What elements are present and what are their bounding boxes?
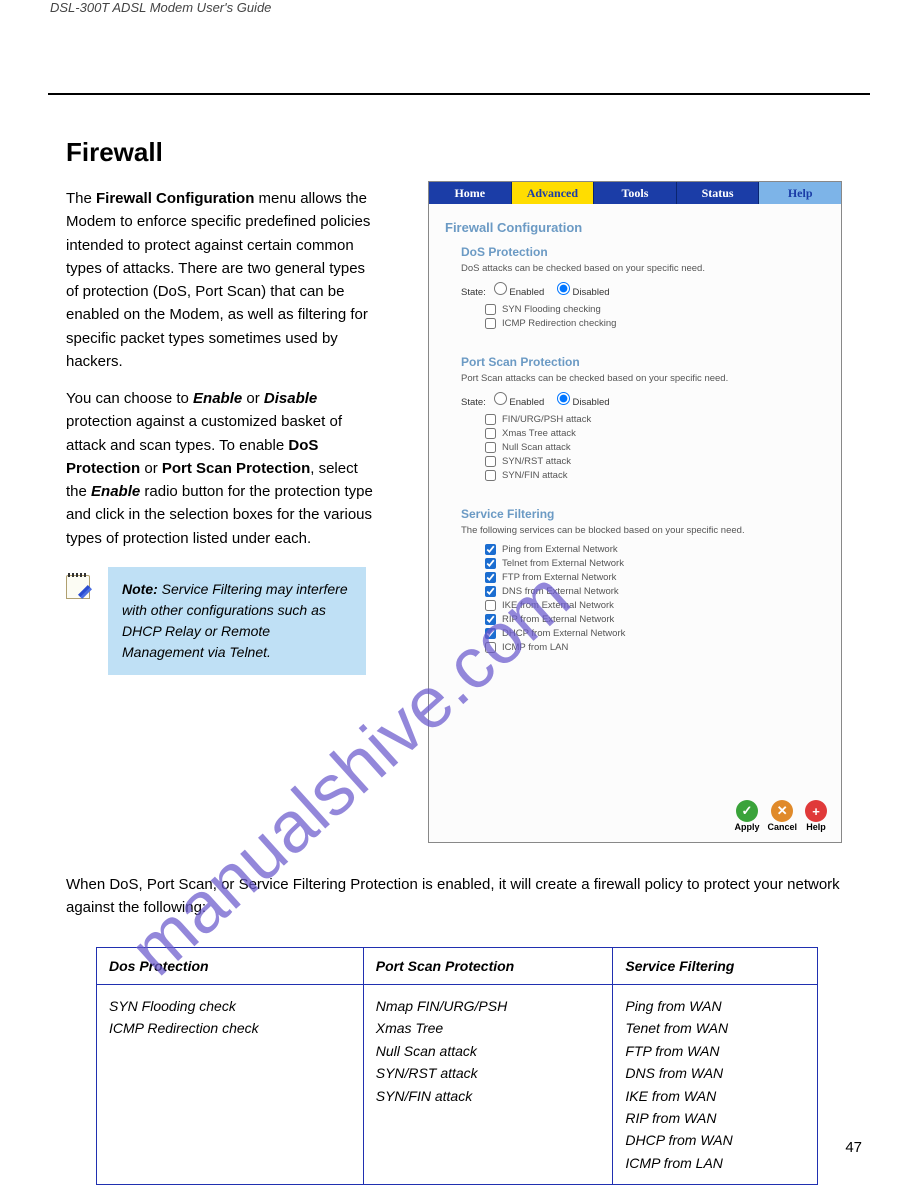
apply-button[interactable]: ✓ xyxy=(736,800,758,822)
nav-tools[interactable]: Tools xyxy=(594,182,677,204)
action-buttons: ✓Apply ✕Cancel +Help xyxy=(734,800,827,832)
ps-check-1[interactable] xyxy=(485,428,496,439)
dos-check-0[interactable] xyxy=(485,304,496,315)
svc-check-1-label: Telnet from External Network xyxy=(502,558,624,569)
svc-check-5[interactable] xyxy=(485,614,496,625)
ps-check-0[interactable] xyxy=(485,414,496,425)
note-icon xyxy=(66,575,94,603)
help-button[interactable]: + xyxy=(805,800,827,822)
svc-check-6-label: DHCP from External Network xyxy=(502,628,625,639)
portscan-enabled-radio[interactable] xyxy=(494,392,507,405)
dos-disabled-radio[interactable] xyxy=(557,282,570,295)
dos-check-1[interactable] xyxy=(485,318,496,329)
dos-enabled-radio[interactable] xyxy=(494,282,507,295)
nav-bar: Home Advanced Tools Status Help xyxy=(429,182,841,204)
dos-check-0-label: SYN Flooding checking xyxy=(502,304,601,315)
ps-check-3[interactable] xyxy=(485,456,496,467)
header-left: DSL-300T ADSL Modem User's Guide xyxy=(50,0,271,15)
ps-check-3-label: SYN/RST attack xyxy=(502,456,571,467)
ps-check-2[interactable] xyxy=(485,442,496,453)
ps-check-4[interactable] xyxy=(485,470,496,481)
help-label: Help xyxy=(806,822,826,832)
svc-check-4-label: IKE from External Network xyxy=(502,600,614,611)
below-text: When DoS, Port Scan, or Service Filterin… xyxy=(66,873,846,932)
th-svcfilter: Service Filtering xyxy=(613,948,818,985)
svc-check-0[interactable] xyxy=(485,544,496,555)
portscan-state: State: Enabled Disabled xyxy=(461,392,825,408)
nav-advanced[interactable]: Advanced xyxy=(512,182,595,204)
dos-title: DoS Protection xyxy=(461,245,825,259)
portscan-disabled-radio[interactable] xyxy=(557,392,570,405)
svcfilter-desc: The following services can be blocked ba… xyxy=(461,525,825,536)
svc-check-4[interactable] xyxy=(485,600,496,611)
ps-check-1-label: Xmas Tree attack xyxy=(502,428,576,439)
svcfilter-title: Service Filtering xyxy=(461,507,825,521)
svc-check-0-label: Ping from External Network xyxy=(502,544,618,555)
protection-table: Dos Protection Port Scan Protection Serv… xyxy=(96,947,818,1185)
svc-check-3-label: DNS from External Network xyxy=(502,586,619,597)
portscan-title: Port Scan Protection xyxy=(461,355,825,369)
cancel-label: Cancel xyxy=(767,822,797,832)
apply-label: Apply xyxy=(734,822,759,832)
svc-check-7[interactable] xyxy=(485,642,496,653)
firewall-screenshot: Home Advanced Tools Status Help Firewall… xyxy=(428,181,842,843)
svc-check-7-label: ICMP from LAN xyxy=(502,642,568,653)
svc-check-6[interactable] xyxy=(485,628,496,639)
ps-check-4-label: SYN/FIN attack xyxy=(502,470,567,481)
firewall-config-title: Firewall Configuration xyxy=(445,220,825,235)
nav-home[interactable]: Home xyxy=(429,182,512,204)
td-dos: SYN Flooding checkICMP Redirection check xyxy=(97,985,364,1185)
dos-desc: DoS attacks can be checked based on your… xyxy=(461,263,825,274)
portscan-desc: Port Scan attacks can be checked based o… xyxy=(461,373,825,384)
ps-check-0-label: FIN/URG/PSH attack xyxy=(502,414,591,425)
dos-state: State: Enabled Disabled xyxy=(461,282,825,298)
th-dos: Dos Protection xyxy=(97,948,364,985)
ps-check-2-label: Null Scan attack xyxy=(502,442,571,453)
th-portscan: Port Scan Protection xyxy=(363,948,613,985)
cancel-button[interactable]: ✕ xyxy=(771,800,793,822)
intro-text: The Firewall Configuration menu allows t… xyxy=(66,187,376,564)
page-number: 47 xyxy=(845,1139,862,1156)
nav-help[interactable]: Help xyxy=(759,182,841,204)
svc-check-2[interactable] xyxy=(485,572,496,583)
svc-check-5-label: RIP from External Network xyxy=(502,614,614,625)
horizontal-rule xyxy=(48,93,870,95)
page-title: Firewall xyxy=(66,137,163,168)
td-svcfilter: Ping from WANTenet from WANFTP from WAND… xyxy=(613,985,818,1185)
note-box: Note: Service Filtering may interfere wi… xyxy=(108,567,366,675)
svc-check-1[interactable] xyxy=(485,558,496,569)
dos-check-1-label: ICMP Redirection checking xyxy=(502,318,616,329)
nav-status[interactable]: Status xyxy=(677,182,760,204)
svc-check-3[interactable] xyxy=(485,586,496,597)
td-portscan: Nmap FIN/URG/PSHXmas TreeNull Scan attac… xyxy=(363,985,613,1185)
svc-check-2-label: FTP from External Network xyxy=(502,572,616,583)
